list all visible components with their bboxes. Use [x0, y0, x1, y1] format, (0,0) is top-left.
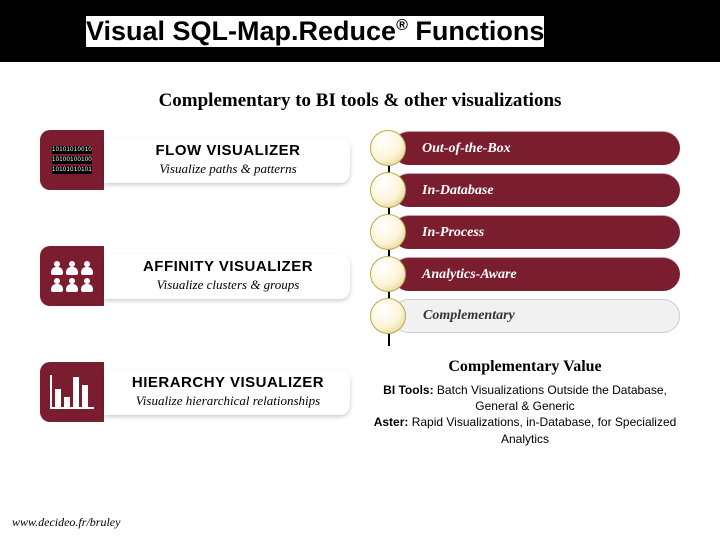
pill-label: In-Process [392, 215, 680, 249]
bullet-dot-icon [370, 298, 406, 334]
pill-row: In-Process [370, 214, 680, 250]
right-column: Out-of-the-Box In-Database In-Process An… [370, 130, 680, 447]
card-flow: 10101010010 10100100100 10101010101 FLOW… [40, 130, 350, 190]
binary-row: 10100100100 [52, 156, 92, 164]
binary-data-icon: 10101010010 10100100100 10101010101 [40, 130, 104, 190]
bullet-dot-icon [370, 214, 406, 250]
card-affinity: AFFINITY VISUALIZER Visualize clusters &… [40, 246, 350, 306]
comp-line1-label: BI Tools: [383, 383, 433, 397]
card-title: AFFINITY VISUALIZER [114, 258, 342, 275]
card-subtitle: Visualize clusters & groups [114, 277, 342, 293]
comp-title: Complementary Value [370, 358, 680, 376]
bullet-dot-icon [370, 130, 406, 166]
complementary-value-block: Complementary Value BI Tools: Batch Visu… [370, 358, 680, 447]
content: 10101010010 10100100100 10101010101 FLOW… [0, 130, 720, 447]
comp-line1-text: Batch Visualizations Outside the Databas… [434, 383, 667, 413]
binary-row: 10101010010 [52, 146, 92, 154]
binary-row: 10101010101 [52, 166, 92, 174]
card-body: AFFINITY VISUALIZER Visualize clusters &… [104, 254, 350, 299]
card-subtitle: Visualize hierarchical relationships [114, 393, 342, 409]
title-pre: Visual SQL-Map.Reduce [86, 16, 396, 46]
people-cluster-icon [40, 246, 104, 306]
title-post: Functions [408, 16, 545, 46]
title-registered: ® [396, 17, 408, 34]
pill-label: Out-of-the-Box [392, 131, 680, 165]
card-hierarchy: HIERARCHY VISUALIZER Visualize hierarchi… [40, 362, 350, 422]
bullet-dot-icon [370, 256, 406, 292]
card-title: HIERARCHY VISUALIZER [114, 374, 342, 391]
comp-line2-text: Rapid Visualizations, in-Database, for S… [408, 415, 676, 445]
pill-label: In-Database [392, 173, 680, 207]
feature-pill-list: Out-of-the-Box In-Database In-Process An… [370, 130, 680, 334]
pill-label: Analytics-Aware [392, 257, 680, 291]
pill-label: Complementary [392, 299, 680, 333]
pill-row: In-Database [370, 172, 680, 208]
comp-line2-label: Aster: [374, 415, 409, 429]
bullet-dot-icon [370, 172, 406, 208]
card-body: FLOW VISUALIZER Visualize paths & patter… [104, 138, 350, 183]
comp-body: BI Tools: Batch Visualizations Outside t… [370, 382, 680, 447]
pill-row: Out-of-the-Box [370, 130, 680, 166]
subtitle: Complementary to BI tools & other visual… [0, 90, 720, 112]
card-title: FLOW VISUALIZER [114, 142, 342, 159]
card-subtitle: Visualize paths & patterns [114, 161, 342, 177]
pill-row: Analytics-Aware [370, 256, 680, 292]
left-column: 10101010010 10100100100 10101010101 FLOW… [40, 130, 350, 447]
bar-chart-icon [40, 362, 104, 422]
page-title: Visual SQL-Map.Reduce® Functions [86, 16, 544, 47]
footer-url: www.decideo.fr/bruley [12, 515, 120, 530]
title-bar: Visual SQL-Map.Reduce® Functions [0, 0, 720, 62]
pill-row: Complementary [370, 298, 680, 334]
card-body: HIERARCHY VISUALIZER Visualize hierarchi… [104, 370, 350, 415]
